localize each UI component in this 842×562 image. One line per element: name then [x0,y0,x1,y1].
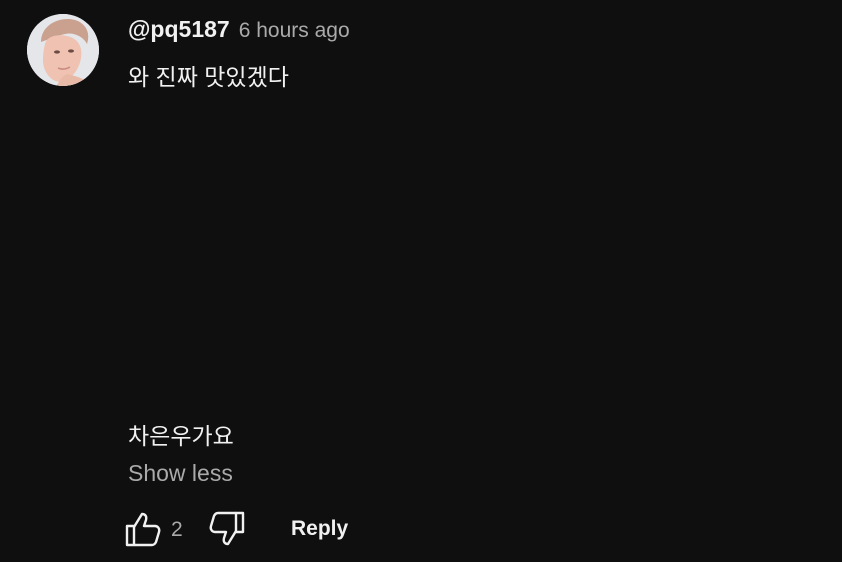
like-button[interactable] [124,510,162,548]
thumbs-up-icon [125,512,161,547]
reply-button[interactable]: Reply [291,517,348,541]
avatar-image [27,14,99,86]
comment-header: @pq5187 6 hours ago [128,16,350,46]
dislike-button[interactable] [208,510,246,548]
comment-thread: @pq5187 6 hours ago 와 진짜 맛있겠다 차은우가요 Show… [0,0,842,562]
thumbs-down-icon [209,511,245,546]
comment-timestamp[interactable]: 6 hours ago [239,19,350,43]
show-less-button[interactable]: Show less [128,460,233,487]
comment-text-line-2: 차은우가요 [128,423,234,449]
comment-actions: 2 Reply [124,510,424,550]
like-count: 2 [171,518,183,541]
comment-text-line-1: 와 진짜 맛있겠다 [128,64,289,90]
avatar[interactable] [27,14,99,86]
author-name[interactable]: @pq5187 [128,16,230,43]
